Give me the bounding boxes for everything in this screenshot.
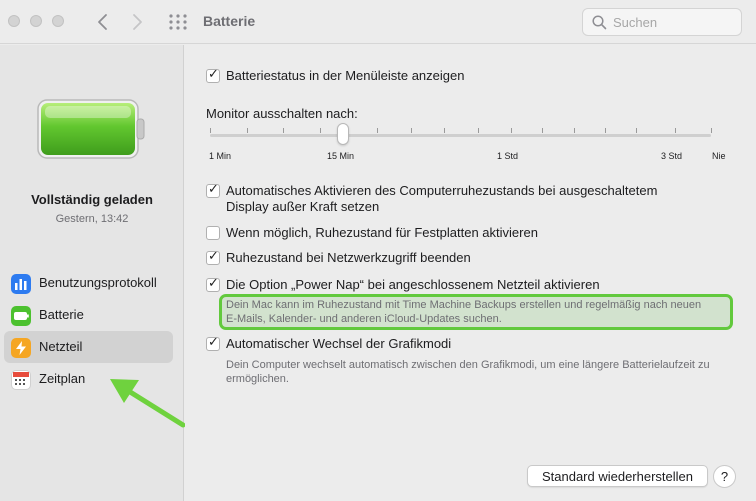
sidebar-item-label: Batterie — [39, 307, 84, 322]
graphics-switch-desc-line2: ermöglichen. — [226, 373, 289, 385]
slider-tick — [605, 128, 606, 133]
disk-sleep-checkbox[interactable] — [206, 226, 220, 240]
search-input[interactable] — [613, 14, 733, 31]
slider-tick — [711, 128, 712, 133]
sidebar: Vollständig geladen Gestern, 13:42 Benut… — [0, 45, 186, 501]
tick-label: 3 Std — [661, 151, 683, 161]
sidebar-item-label: Zeitplan — [39, 371, 86, 386]
sidebar-item-power-adapter[interactable]: Netzteil — [4, 331, 173, 363]
grid-icon — [169, 14, 187, 30]
chevron-left-icon — [98, 14, 107, 30]
slider-tick — [210, 128, 211, 133]
chevron-right-icon — [133, 14, 142, 30]
close-window-button[interactable] — [8, 15, 20, 27]
menu-status-label: Batteriestatus in der Menüleiste anzeige… — [226, 68, 465, 83]
graphics-switch-checkbox[interactable] — [206, 335, 220, 351]
battery-icon — [11, 306, 31, 326]
search-field[interactable] — [582, 8, 742, 36]
calendar-icon — [11, 370, 31, 390]
power-nap-checkbox[interactable] — [206, 276, 220, 292]
main-panel: Batteriestatus in der Menüleiste anzeige… — [185, 45, 756, 501]
sidebar-item-label: Netzteil — [39, 339, 83, 354]
monitor-slider-track[interactable] — [210, 134, 711, 137]
tick-label: 1 Std — [497, 151, 519, 161]
auto-sleep-checkbox[interactable] — [206, 182, 220, 198]
slider-tick — [283, 128, 284, 133]
charge-time: Gestern, 13:42 — [55, 213, 129, 225]
slider-tick — [411, 128, 412, 133]
network-wake-checkbox[interactable] — [206, 249, 220, 265]
auto-sleep-label-line2: Display außer Kraft setzen — [226, 199, 380, 214]
sidebar-item-battery[interactable]: Batterie — [4, 299, 173, 331]
usage-history-icon — [11, 274, 31, 294]
disk-sleep-label: Wenn möglich, Ruhezustand für Festplatte… — [226, 225, 538, 240]
sidebar-item-label: Benutzungsprotokoll — [39, 275, 157, 290]
slider-tick — [542, 128, 543, 133]
menu-status-checkbox[interactable] — [206, 67, 220, 83]
monitor-label: Monitor ausschalten nach: — [206, 106, 358, 121]
sidebar-item-usage-history[interactable]: Benutzungsprotokoll — [4, 267, 173, 299]
back-button[interactable] — [92, 10, 114, 34]
slider-tick — [675, 128, 676, 133]
slider-tick — [377, 128, 378, 133]
toolbar: Batterie — [0, 0, 756, 44]
forward-button[interactable] — [126, 10, 148, 34]
power-nap-desc-line2: E-Mails, Kalender- und anderen iCloud-Up… — [226, 313, 502, 325]
search-icon — [592, 15, 607, 30]
restore-defaults-button[interactable]: Standard wiederherstellen — [527, 465, 708, 487]
network-wake-label: Ruhezustand bei Netzwerkzugriff beenden — [226, 250, 471, 265]
slider-tick — [478, 128, 479, 133]
window-title: Batterie — [203, 13, 256, 29]
show-all-button[interactable] — [168, 12, 188, 32]
minimize-window-button[interactable] — [30, 15, 42, 27]
tick-label: 1 Min — [209, 151, 232, 161]
help-button[interactable]: ? — [713, 465, 736, 488]
battery-full-icon — [37, 99, 145, 159]
slider-tick — [636, 128, 637, 133]
slider-tick — [320, 128, 321, 133]
slider-tick — [247, 128, 248, 133]
graphics-switch-label: Automatischer Wechsel der Grafikmodi — [226, 336, 452, 351]
charge-status: Vollständig geladen — [31, 192, 153, 207]
graphics-switch-desc-line1: Dein Computer wechselt automatisch zwisc… — [226, 359, 710, 371]
slider-tick — [511, 128, 512, 133]
slider-tick — [444, 128, 445, 133]
auto-sleep-label-line1: Automatisches Aktivieren des Computerruh… — [226, 183, 658, 198]
annotation-arrow-icon — [110, 379, 186, 428]
zoom-window-button[interactable] — [52, 15, 64, 27]
slider-tick — [574, 128, 575, 133]
tick-label: 15 Min — [327, 151, 355, 161]
power-nap-label: Die Option „Power Nap“ bei angeschlossen… — [226, 277, 600, 292]
power-nap-desc-line1: Dein Mac kann im Ruhezustand mit Time Ma… — [226, 299, 702, 311]
tick-label: Nie — [712, 151, 726, 161]
power-adapter-icon — [11, 338, 31, 358]
monitor-slider-knob[interactable] — [337, 123, 349, 145]
